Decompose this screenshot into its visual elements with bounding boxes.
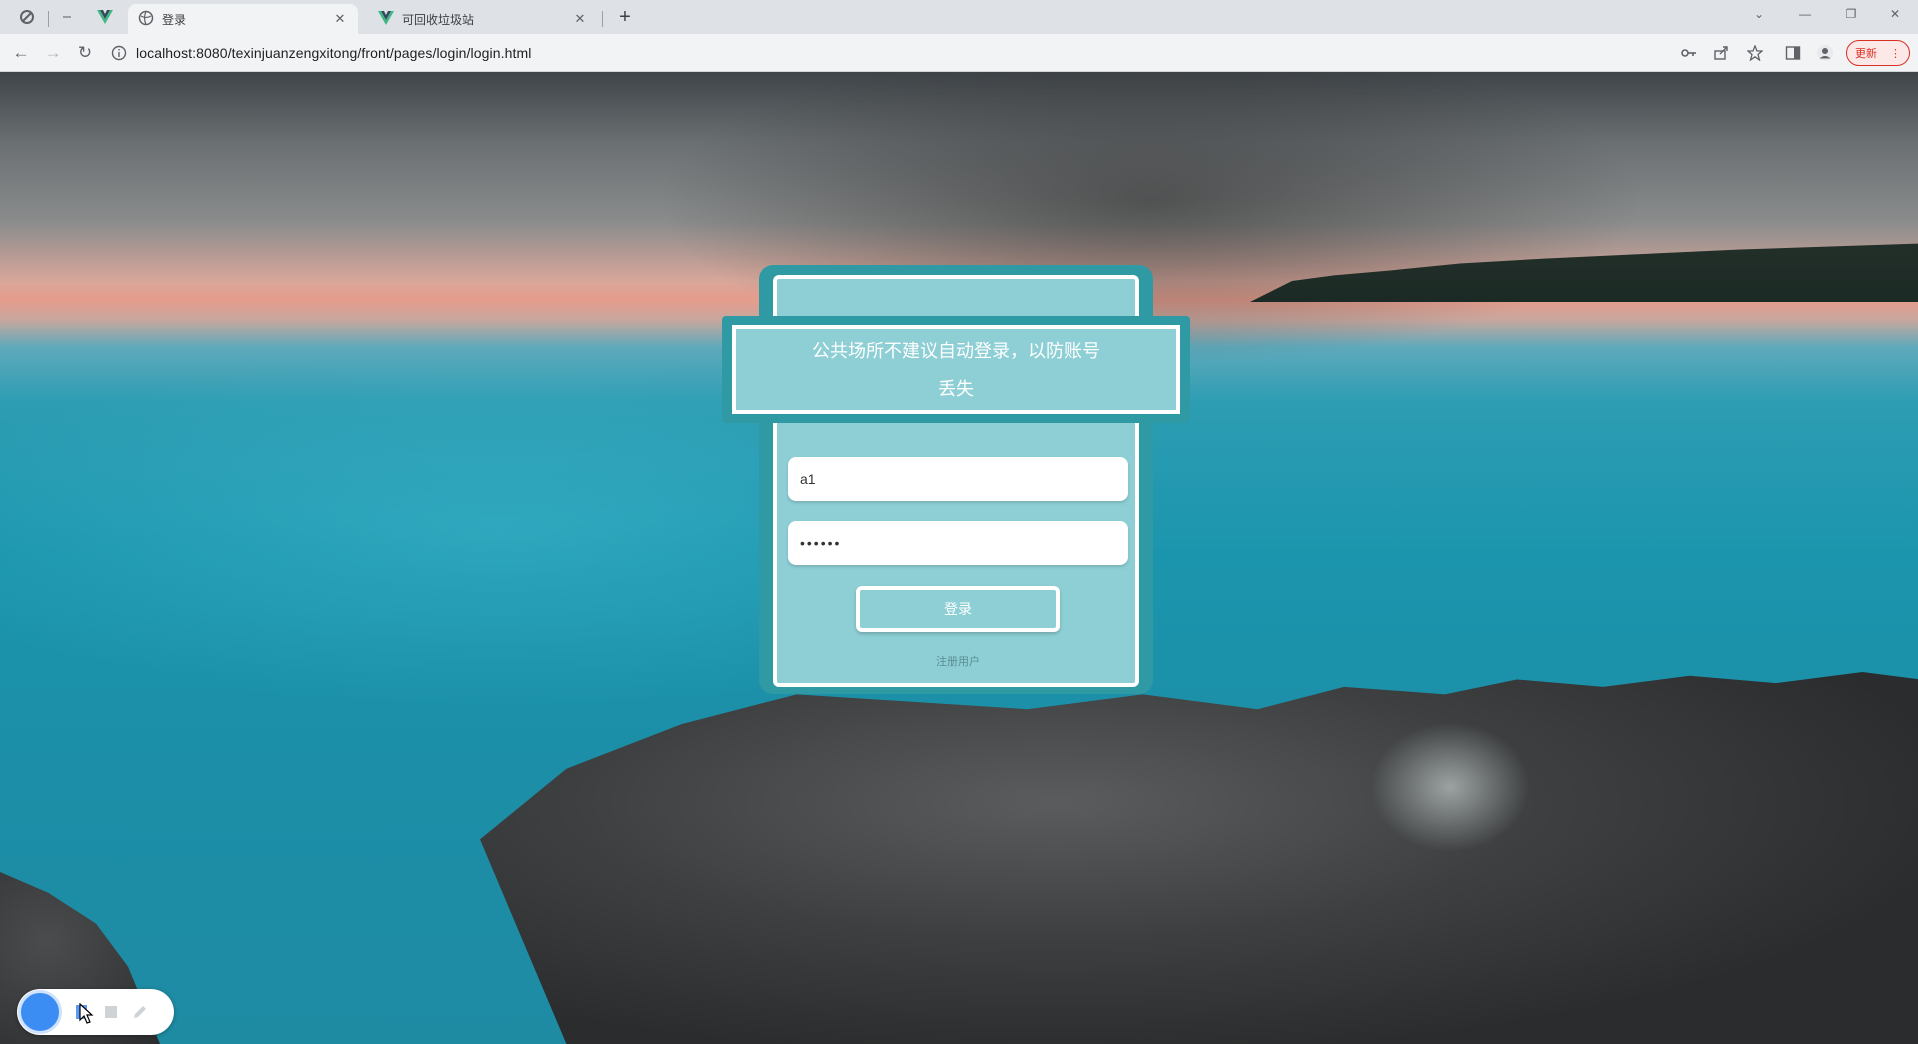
vue-icon — [378, 10, 394, 28]
profile-avatar-icon[interactable] — [1814, 42, 1836, 64]
tab-search-chevron-icon[interactable]: ⌄ — [1736, 0, 1782, 30]
side-panel-icon[interactable] — [1782, 42, 1804, 64]
close-icon[interactable]: ✕ — [572, 11, 588, 27]
forward-arrow-icon[interactable]: → — [40, 40, 66, 66]
mouse-cursor-icon — [79, 1003, 94, 1024]
reload-icon[interactable]: ↻ — [72, 40, 98, 66]
tab-login[interactable]: 登录 ✕ — [128, 4, 358, 34]
minimize-icon[interactable]: — — [1782, 0, 1828, 30]
widget-toggle-button[interactable] — [18, 990, 62, 1034]
pen-icon[interactable] — [131, 1003, 149, 1021]
tab-recycle-station[interactable]: 可回收垃圾站 ✕ — [368, 4, 598, 34]
key-icon[interactable] — [1678, 42, 1700, 64]
update-label: 更新 — [1855, 48, 1877, 60]
register-link[interactable]: 注册用户 — [858, 653, 1058, 669]
notice-text: 公共场所不建议自动登录，以防账号丢失 — [812, 340, 1100, 399]
kebab-menu-icon[interactable]: ⋮ — [1890, 47, 1901, 60]
tab-strip: 登录 ✕ 可回收垃圾站 ✕ + ⌄ — ❐ ✕ — [0, 0, 1918, 34]
url-text: localhost:8080/texinjuanzengxitong/front… — [136, 45, 532, 61]
restore-icon[interactable]: ❐ — [1828, 0, 1874, 30]
login-button[interactable]: 登录 — [856, 586, 1060, 632]
tab-title: 登录 — [162, 12, 187, 27]
login-notice-banner: 公共场所不建议自动登录，以防账号丢失 — [722, 316, 1190, 423]
new-tab-button[interactable]: + — [612, 5, 638, 31]
back-arrow-icon[interactable]: ← — [8, 40, 34, 66]
browser-toolbar: ← → ↻ localhost:8080/texinjuanzengxitong… — [0, 34, 1918, 72]
close-icon[interactable]: ✕ — [332, 11, 348, 27]
info-icon[interactable] — [108, 42, 130, 64]
floating-tool-widget[interactable] — [17, 989, 174, 1035]
address-bar[interactable]: localhost:8080/texinjuanzengxitong/front… — [108, 39, 1668, 67]
share-icon[interactable] — [1710, 42, 1732, 64]
coastal-rocks — [480, 672, 1918, 1044]
island-silhouette — [1250, 242, 1918, 302]
vue-icon[interactable] — [90, 4, 120, 30]
screenshot-icon[interactable] — [102, 1003, 120, 1021]
update-button[interactable]: 更新 ⋮ — [1846, 40, 1910, 66]
close-window-icon[interactable]: ✕ — [1872, 0, 1918, 30]
tab-search-icon[interactable] — [12, 4, 42, 30]
password-input[interactable] — [788, 521, 1128, 565]
bookmark-star-icon[interactable] — [1744, 42, 1766, 64]
username-input[interactable] — [788, 457, 1128, 501]
globe-icon — [138, 10, 154, 29]
tab-title: 可回收垃圾站 — [402, 12, 475, 27]
pinned-tab[interactable] — [52, 4, 82, 30]
